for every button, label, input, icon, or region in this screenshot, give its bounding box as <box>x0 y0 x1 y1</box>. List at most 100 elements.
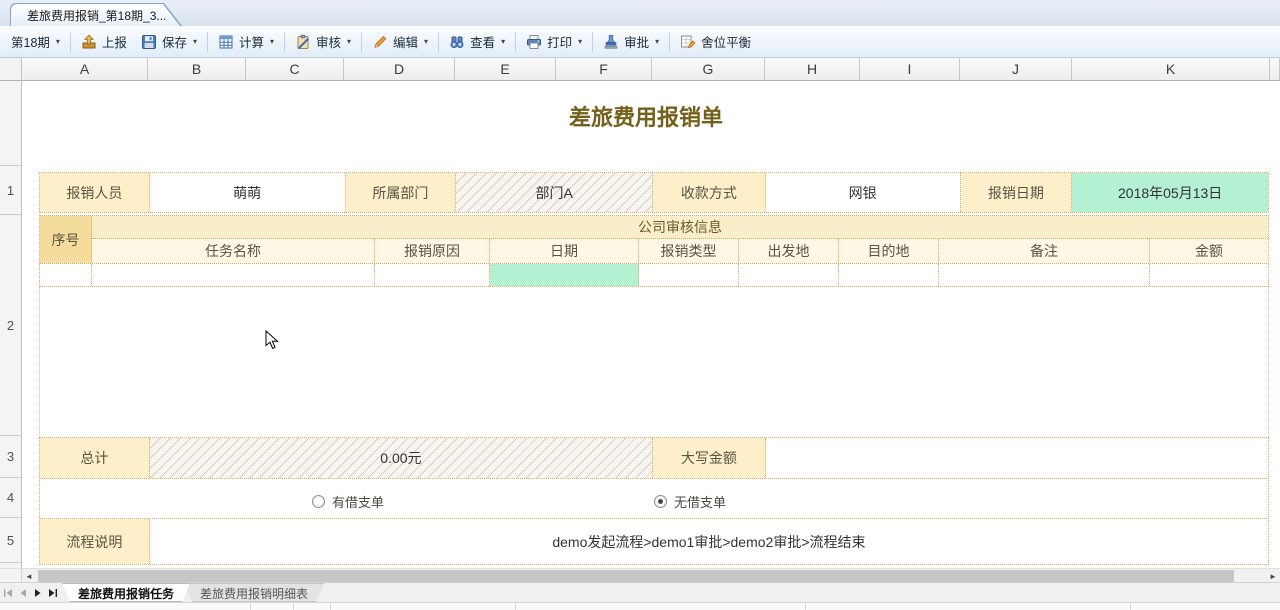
radio-selected-icon[interactable] <box>654 495 667 508</box>
chevron-down-icon: ▾ <box>501 37 505 46</box>
applicant-value-cell[interactable]: 萌萌 <box>150 173 346 212</box>
cell-remark[interactable] <box>939 264 1150 286</box>
cell-date-selected[interactable] <box>490 264 639 286</box>
save-dropdown[interactable]: 保存 ▾ <box>134 28 204 55</box>
row-header-1[interactable]: 1 <box>0 166 21 215</box>
column-header-G[interactable]: G <box>652 58 765 80</box>
group-header: 公司审核信息 <box>92 216 1268 239</box>
next-sheet-icon[interactable] <box>30 583 45 602</box>
cell-amount[interactable] <box>1150 264 1268 286</box>
sheet-page: 差旅费用报销单 报销人员 萌萌 所属部门 部门A 收款方式 网银 报销日期 20… <box>23 81 1280 568</box>
radio-has-loan-slip[interactable]: 有借支单 <box>312 492 384 511</box>
first-sheet-icon[interactable] <box>0 583 15 602</box>
radio-no-loan-slip[interactable]: 无借支单 <box>654 492 726 511</box>
row-header-3[interactable]: 3 <box>0 436 21 478</box>
column-header-E[interactable]: E <box>455 58 556 80</box>
page-title: 差旅费用报销单 <box>23 101 1269 135</box>
form-header-row: 报销人员 萌萌 所属部门 部门A 收款方式 网银 报销日期 2018年05月13… <box>39 172 1269 213</box>
calculate-dropdown[interactable]: 计算 ▾ <box>211 28 281 55</box>
edit-dropdown[interactable]: 编辑 ▾ <box>365 28 435 55</box>
horizontal-scrollbar: ◄ ► <box>0 568 1280 582</box>
total-label: 总计 <box>40 438 150 478</box>
expense-date-label: 报销日期 <box>961 173 1073 212</box>
column-header-K[interactable]: K <box>1072 58 1270 80</box>
column-header-D[interactable]: D <box>344 58 455 80</box>
column-header-J[interactable]: J <box>960 58 1072 80</box>
submit-button[interactable]: 上报 <box>74 28 134 55</box>
payment-method-value-cell[interactable]: 网银 <box>766 173 961 212</box>
expense-date-value-cell[interactable]: 2018年05月13日 <box>1072 173 1268 212</box>
cell-seq[interactable] <box>40 264 92 286</box>
toolbar-separator <box>361 32 362 52</box>
chevron-down-icon: ▾ <box>578 37 582 46</box>
chevron-down-icon: ▾ <box>56 37 60 46</box>
stamp-icon <box>603 34 619 50</box>
scrollbar-thumb[interactable] <box>38 570 1234 582</box>
column-headers: A B C D E F G H I J K <box>0 58 1280 81</box>
cell-reason[interactable] <box>375 264 490 286</box>
print-dropdown[interactable]: 打印 ▾ <box>519 28 589 55</box>
col-header-remark: 备注 <box>939 239 1150 263</box>
toolbar: 第18期 ▾ 上报 保存 ▾ 计算 ▾ 审核 ▾ 编辑 ▾ <box>0 26 1280 58</box>
last-sheet-icon[interactable] <box>45 583 60 602</box>
applicant-label: 报销人员 <box>40 173 150 212</box>
cell-destination[interactable] <box>839 264 939 286</box>
grid-corner[interactable] <box>0 58 22 80</box>
col-header-task-name: 任务名称 <box>92 239 375 263</box>
binoculars-icon <box>449 34 465 50</box>
column-header-stub <box>1270 58 1280 80</box>
cell-task-name[interactable] <box>92 264 375 286</box>
detail-table-header: 序号 公司审核信息 任务名称 报销原因 日期 报销类型 出发地 目的地 备注 金… <box>39 215 1269 264</box>
flow-label: 流程说明 <box>40 519 150 564</box>
chevron-down-icon: ▾ <box>270 37 274 46</box>
prev-sheet-icon[interactable] <box>15 583 30 602</box>
col-header-type: 报销类型 <box>639 239 739 263</box>
document-tab-title: 差旅费用报销_第18期_3... <box>27 7 166 24</box>
column-header-A[interactable]: A <box>22 58 148 80</box>
toolbar-separator <box>515 32 516 52</box>
seq-column-header: 序号 <box>40 216 92 263</box>
column-header-C[interactable]: C <box>246 58 344 80</box>
save-icon <box>141 34 157 50</box>
row-headers: 1 2 3 4 5 <box>0 81 22 568</box>
row-header-4[interactable]: 4 <box>0 478 21 518</box>
radio-label: 无借支单 <box>674 492 726 511</box>
calculator-icon <box>218 34 234 50</box>
col-header-reason: 报销原因 <box>375 239 490 263</box>
document-tab[interactable]: 差旅费用报销_第18期_3... <box>10 3 182 26</box>
column-header-F[interactable]: F <box>556 58 652 80</box>
scroll-left-icon[interactable]: ◄ <box>22 569 36 583</box>
empty-zone[interactable] <box>39 287 1269 437</box>
total-row: 总计 0.00元 大写金额 <box>39 437 1269 479</box>
sheet-tab-detail[interactable]: 差旅费用报销明细表 <box>184 583 324 602</box>
period-dropdown[interactable]: 第18期 ▾ <box>4 28 67 55</box>
radio-unselected-icon[interactable] <box>312 495 325 508</box>
audit-dropdown[interactable]: 审核 ▾ <box>288 28 358 55</box>
rounding-balance-button[interactable]: 舍位平衡 <box>673 28 758 55</box>
view-dropdown[interactable]: 查看 ▾ <box>442 28 512 55</box>
sheet-tab-task[interactable]: 差旅费用报销任务 <box>62 583 190 602</box>
toolbar-separator <box>669 32 670 52</box>
row-header-5[interactable]: 5 <box>0 518 21 563</box>
col-header-destination: 目的地 <box>839 239 939 263</box>
column-header-B[interactable]: B <box>148 58 246 80</box>
chevron-down-icon: ▾ <box>193 37 197 46</box>
flow-value-cell[interactable]: demo发起流程>demo1审批>demo2审批>流程结束 <box>150 519 1268 564</box>
toolbar-separator <box>438 32 439 52</box>
department-value-cell[interactable]: 部门A <box>456 173 653 212</box>
toolbar-separator <box>592 32 593 52</box>
detail-table-empty-row <box>39 263 1269 287</box>
approve-dropdown[interactable]: 审批 ▾ <box>596 28 666 55</box>
row-header-2[interactable]: 2 <box>0 215 21 436</box>
row-header-title[interactable] <box>0 81 21 166</box>
scroll-right-icon[interactable]: ► <box>1266 569 1280 583</box>
upload-icon <box>81 34 97 50</box>
total-value-cell[interactable]: 0.00元 <box>150 438 653 478</box>
cell-origin[interactable] <box>739 264 839 286</box>
col-header-amount: 金额 <box>1150 239 1268 263</box>
cell-type[interactable] <box>639 264 739 286</box>
caps-amount-value-cell[interactable] <box>766 438 1268 478</box>
col-header-date: 日期 <box>490 239 639 263</box>
column-header-H[interactable]: H <box>765 58 860 80</box>
column-header-I[interactable]: I <box>860 58 960 80</box>
